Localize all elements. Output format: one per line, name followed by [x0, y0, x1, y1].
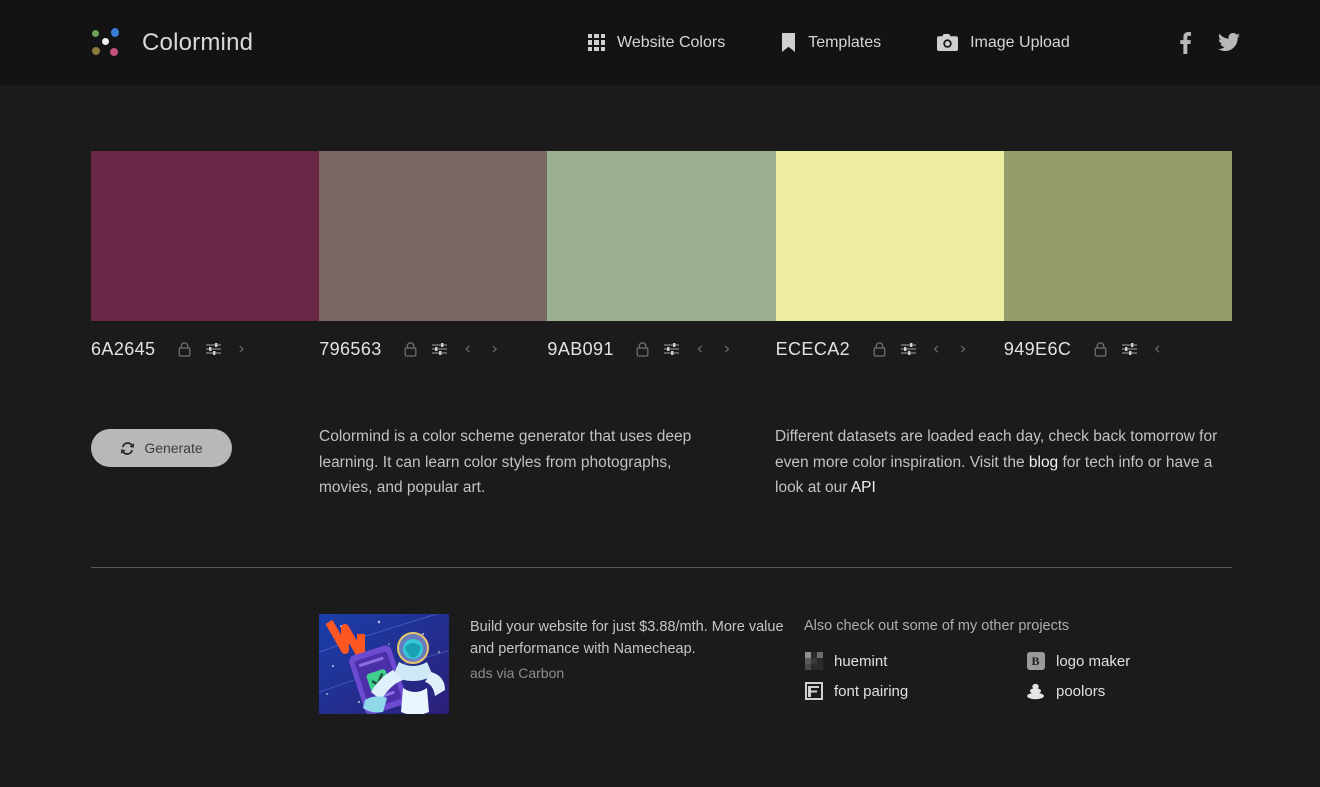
- hex-value-5[interactable]: 949E6C: [1004, 339, 1071, 360]
- api-link[interactable]: API: [851, 479, 876, 496]
- projects-title: Also check out some of my other projects: [804, 617, 1070, 634]
- blog-link[interactable]: blog: [1029, 454, 1058, 471]
- nav-item-templates[interactable]: Templates: [781, 33, 881, 52]
- nav-label-image-upload: Image Upload: [970, 33, 1070, 51]
- color-swatch-2[interactable]: [319, 151, 548, 321]
- project-link-font-pairing[interactable]: font pairing: [804, 682, 1026, 701]
- about-section: Generate Colormind is a color scheme gen…: [91, 424, 1232, 501]
- hex-value-1[interactable]: 6A2645: [91, 339, 155, 360]
- lock-icon[interactable]: [176, 341, 192, 357]
- swatch-controls-3: 9AB091 ‹ ›: [547, 336, 775, 362]
- nav-label-templates: Templates: [808, 33, 882, 51]
- ad-via-label[interactable]: ads via Carbon: [470, 662, 804, 685]
- project-label-logo-maker: logo maker: [1056, 652, 1131, 670]
- project-link-logo-maker[interactable]: B logo maker: [1026, 652, 1232, 671]
- grid-icon: [588, 34, 605, 51]
- swatch-controls-1: 6A2645 ›: [91, 336, 319, 362]
- nav-item-image-upload[interactable]: Image Upload: [937, 34, 1070, 52]
- next-color-1[interactable]: ›: [234, 340, 248, 358]
- projects-grid: huemint B logo maker font pairing poolor…: [804, 652, 1232, 701]
- generate-button-label: Generate: [144, 440, 203, 456]
- project-label-font-pairing: font pairing: [834, 682, 909, 700]
- sliders-icon[interactable]: [432, 341, 448, 357]
- project-label-huemint: huemint: [834, 652, 888, 670]
- bookmark-icon: [781, 33, 796, 52]
- project-label-poolors: poolors: [1056, 682, 1106, 700]
- sliders-icon[interactable]: [900, 341, 916, 357]
- ad-copy[interactable]: Build your website for just $3.88/mth. M…: [470, 619, 784, 658]
- ad-image[interactable]: [319, 613, 449, 714]
- footer-section: Build your website for just $3.88/mth. M…: [91, 613, 1232, 714]
- brand-name: Colormind: [142, 28, 254, 56]
- about-text-right: Different datasets are loaded each day, …: [775, 424, 1232, 501]
- sliders-icon[interactable]: [205, 341, 221, 357]
- lock-icon[interactable]: [1092, 341, 1108, 357]
- hex-value-3[interactable]: 9AB091: [547, 339, 613, 360]
- huemint-icon: [804, 652, 823, 671]
- poolors-icon: [1026, 682, 1045, 701]
- palette-controls-row: 6A2645 › 796563 ‹ › 9AB091 ‹ › ECECA2 ‹ …: [91, 336, 1232, 362]
- site-header: Colormind Website Colors Templates Image…: [0, 0, 1320, 85]
- nav-item-website-colors[interactable]: Website Colors: [588, 34, 725, 52]
- about-text-left: Colormind is a color scheme generator th…: [319, 428, 692, 496]
- camera-icon: [937, 34, 959, 51]
- swatch-controls-2: 796563 ‹ ›: [319, 336, 547, 362]
- sliders-icon[interactable]: [664, 341, 680, 357]
- hex-value-2[interactable]: 796563: [319, 339, 381, 360]
- other-projects: Also check out some of my other projects…: [804, 614, 1232, 714]
- brand-logo-link[interactable]: Colormind: [90, 27, 253, 59]
- color-swatch-1[interactable]: [91, 151, 320, 321]
- lock-icon[interactable]: [871, 341, 887, 357]
- sliders-icon[interactable]: [1121, 341, 1137, 357]
- refresh-icon: [120, 441, 135, 456]
- nav-label-website-colors: Website Colors: [617, 33, 726, 51]
- divider-top: [91, 566, 1232, 568]
- prev-color-3[interactable]: ‹: [693, 340, 707, 358]
- project-link-huemint[interactable]: huemint: [804, 652, 1026, 671]
- next-color-3[interactable]: ›: [720, 340, 734, 358]
- main-navigation: Website Colors Templates Image Upload: [588, 0, 1070, 85]
- generate-button[interactable]: Generate: [91, 429, 232, 467]
- color-swatch-3[interactable]: [547, 151, 776, 321]
- prev-color-2[interactable]: ‹: [461, 340, 475, 358]
- logo-maker-icon: B: [1026, 652, 1045, 671]
- prev-color-5[interactable]: ‹: [1150, 340, 1164, 358]
- swatch-controls-4: ECECA2 ‹ ›: [776, 336, 1004, 362]
- hex-value-4[interactable]: ECECA2: [776, 339, 850, 360]
- colormind-dots-logo: [90, 27, 126, 59]
- lock-icon[interactable]: [635, 341, 651, 357]
- color-swatch-5[interactable]: [1003, 151, 1233, 321]
- social-links: [1180, 0, 1240, 85]
- next-color-4[interactable]: ›: [956, 340, 970, 358]
- prev-color-4[interactable]: ‹: [929, 340, 943, 358]
- project-link-poolors[interactable]: poolors: [1026, 682, 1232, 701]
- font-pairing-icon: [804, 682, 823, 701]
- color-palette: [91, 151, 1233, 321]
- swatch-controls-5: 949E6C ‹: [1004, 336, 1232, 362]
- ad-text-block: Build your website for just $3.88/mth. M…: [470, 614, 804, 714]
- lock-icon[interactable]: [403, 341, 419, 357]
- generate-column: Generate: [91, 424, 319, 467]
- carbon-ad: Build your website for just $3.88/mth. M…: [319, 613, 804, 714]
- facebook-icon[interactable]: [1180, 31, 1191, 54]
- color-swatch-4[interactable]: [775, 151, 1004, 321]
- twitter-icon[interactable]: [1218, 33, 1240, 52]
- next-color-2[interactable]: ›: [488, 340, 502, 358]
